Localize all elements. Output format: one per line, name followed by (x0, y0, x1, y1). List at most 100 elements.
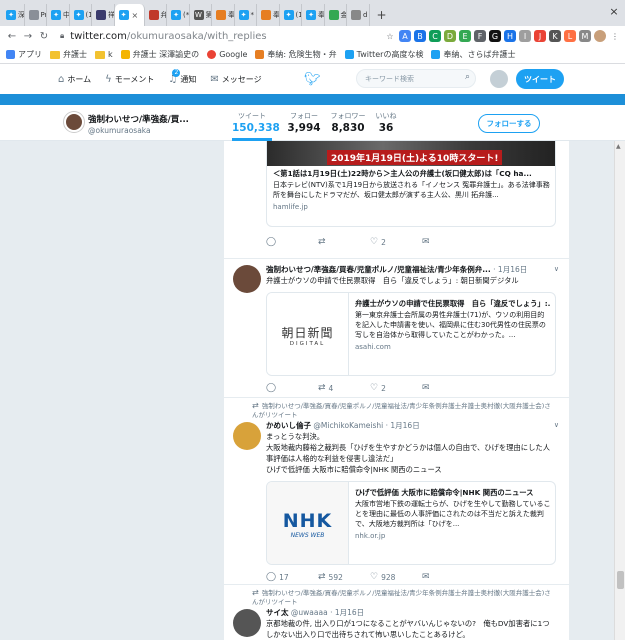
extension-icon[interactable]: B (414, 30, 426, 42)
browser-tab-active[interactable]: ✦ × (114, 4, 145, 26)
folder-icon (50, 50, 60, 59)
reply-button[interactable]: ◯ 17 (266, 572, 318, 582)
avatar[interactable] (233, 265, 261, 293)
back-arrow-icon[interactable]: ← (6, 29, 18, 43)
extension-icon[interactable]: J (534, 30, 546, 42)
extension-icon[interactable]: G (489, 30, 501, 42)
envelope-icon: ✉ (210, 73, 219, 85)
dm-button[interactable]: ✉ (422, 572, 474, 582)
extension-icon[interactable]: L (564, 30, 576, 42)
twitter-bird-icon[interactable]: 🐦︎ (304, 72, 321, 87)
avatar[interactable] (233, 422, 261, 450)
profile-name[interactable]: 強制わいせつ/準強姦/買... (88, 113, 216, 125)
compose-tweet-button[interactable]: ツイート (516, 69, 564, 89)
extension-icon[interactable]: I (519, 30, 531, 42)
chevron-down-icon[interactable]: ∨ (554, 265, 559, 273)
dm-button[interactable]: ✉ (422, 237, 474, 247)
link-card[interactable]: 朝日新聞 DIGITAL 弁護士がウソの申請で住民票取得 自ら「違反でしょう」:… (266, 292, 556, 376)
extension-icon[interactable]: K (549, 30, 561, 42)
browser-tab[interactable]: 弁 (145, 4, 167, 26)
tweet[interactable]: ⇄ 強制わいせつ/準強姦/買春/児童ポルノ/児童福祉法/青少年条例弁護士弁護士奥村… (224, 398, 569, 585)
profile-avatar[interactable] (64, 112, 84, 132)
like-button[interactable]: ♡ 2 (370, 383, 422, 393)
browser-tab[interactable]: 奉 (257, 4, 280, 26)
browser-tab[interactable]: ✦ (1 (70, 4, 92, 26)
browser-tab[interactable]: ✦ (* (167, 4, 190, 26)
browser-tab[interactable]: ✦ (1 (280, 4, 302, 26)
nav-notifications[interactable]: ♫ 2 通知 (168, 68, 196, 85)
stat-following[interactable]: フォロー 3,994 (284, 111, 324, 134)
browser-tab[interactable]: ✦ 奉 (302, 4, 325, 26)
retweet-button[interactable]: ⇄ 4 (318, 383, 370, 393)
bookmark-folder[interactable]: k (95, 50, 113, 59)
like-button[interactable]: ♡ 2 (370, 237, 422, 247)
extension-icon[interactable]: D (444, 30, 456, 42)
bookmark-link[interactable]: Twitterの高度な検 (344, 49, 423, 60)
extension-icon[interactable]: C (429, 30, 441, 42)
bookmark-apps[interactable]: アプリ (6, 49, 42, 60)
bookmark-link[interactable]: Google (207, 50, 247, 59)
browser-tab[interactable]: 奉 (212, 4, 235, 26)
tweet[interactable]: 強制わいせつ/準強姦/買春/児童ポルノ/児童福祉法/青少年条例弁... · 1月… (224, 259, 569, 398)
tweet-time[interactable]: · 1月16日 (493, 265, 527, 274)
tweet[interactable]: 2019年1月19日(土)よる10時スタート! ＜第1話は1月19日(土)22時… (224, 141, 569, 259)
retweet-button[interactable]: ⇄ 592 (318, 572, 370, 582)
avatar[interactable] (233, 609, 261, 637)
reply-button[interactable]: ◯ (266, 383, 318, 393)
scrollbar[interactable]: ▲ (614, 141, 625, 640)
bookmark-link[interactable]: 弁護士 深澤諭史の (120, 49, 199, 60)
nav-home[interactable]: ⌂ ホーム (58, 74, 91, 85)
tweet-time[interactable]: · 1月16日 (386, 421, 420, 430)
bookmark-link[interactable]: 奉納: 危険生物・弁 (255, 49, 337, 60)
reply-button[interactable]: ◯ (266, 237, 318, 247)
tweet-author-name[interactable]: サイ太 (266, 608, 289, 617)
stat-likes[interactable]: いいね 36 (370, 111, 402, 134)
browser-tab[interactable]: 祥 (92, 4, 115, 26)
profile-avatar-icon[interactable] (594, 30, 606, 42)
browser-tab[interactable]: d (347, 4, 370, 26)
search-input[interactable]: キーワード検索 (356, 69, 476, 88)
tweet[interactable]: ⇄ 強制わいせつ/準強姦/買春/児童ポルノ/児童福祉法/青少年条例弁護士弁護士奥村… (224, 585, 569, 640)
like-button[interactable]: ♡ 928 (370, 572, 422, 582)
stat-followers[interactable]: フォロワー 8,830 (328, 111, 368, 134)
extension-icon[interactable]: E (459, 30, 471, 42)
bookmark-link[interactable]: 奉納、さらば弁護士 (431, 49, 515, 60)
extension-icon[interactable]: H (504, 30, 516, 42)
bookmark-folder[interactable]: 弁護士 (50, 49, 87, 60)
scroll-up-icon[interactable]: ▲ (616, 143, 621, 150)
retweet-button[interactable]: ⇄ (318, 237, 370, 247)
extension-icon[interactable]: M (579, 30, 591, 42)
profile-banner (0, 94, 625, 105)
extension-icon[interactable]: A (399, 30, 411, 42)
tweet-author-name[interactable]: かめいし倫子 (266, 421, 311, 430)
browser-tab[interactable]: W第 (190, 4, 212, 26)
link-card[interactable]: 2019年1月19日(土)よる10時スタート! ＜第1話は1月19日(土)22時… (266, 141, 556, 227)
extension-icon[interactable]: F (474, 30, 486, 42)
browser-tab[interactable]: ✦ * (235, 4, 257, 26)
stat-tweets[interactable]: ツイート 150,338 (232, 111, 280, 141)
avatar[interactable] (490, 70, 508, 88)
search-icon[interactable]: ⌕ (465, 72, 470, 82)
link-card[interactable]: NHK NEWS WEB ひげで低評価 大阪市に賠償命令|NHK 関西のニュース… (266, 481, 556, 565)
tweet-text: まっとうな判決。 大阪地裁内藤裕之裁判長「ひげを生やすかどうかは個人の自由で、ひ… (266, 432, 550, 474)
browser-tab[interactable]: ✦ 深 (2, 4, 25, 26)
scroll-thumb[interactable] (617, 571, 624, 589)
browser-tab[interactable]: ✦ 中 (47, 4, 70, 26)
chevron-down-icon[interactable]: ∨ (554, 421, 559, 429)
follow-button[interactable]: フォローする (478, 114, 540, 133)
dm-button[interactable]: ✉ (422, 383, 474, 393)
tweet-time[interactable]: · 1月16日 (330, 608, 364, 617)
new-tab-button[interactable]: + (373, 6, 391, 24)
window-close-button[interactable]: × (606, 3, 622, 19)
close-tab-icon[interactable]: × (132, 11, 139, 20)
tweet-author-name[interactable]: 強制わいせつ/準強姦/買春/児童ポルノ/児童福祉法/青少年条例弁... (266, 265, 491, 274)
reload-icon[interactable]: ↻ (38, 29, 50, 43)
menu-dots-icon[interactable]: ⋮ (609, 30, 621, 42)
nav-messages[interactable]: ✉ メッセージ (210, 74, 261, 85)
browser-tab[interactable]: Pr (25, 4, 47, 26)
forward-arrow-icon[interactable]: → (22, 29, 34, 43)
star-icon[interactable]: ☆ (384, 30, 396, 42)
address-bar[interactable]: twitter.com/okumuraosaka/with_replies (70, 31, 290, 42)
nav-moments[interactable]: ϟ モーメント (105, 74, 154, 85)
browser-tab[interactable]: 金 (325, 4, 347, 26)
